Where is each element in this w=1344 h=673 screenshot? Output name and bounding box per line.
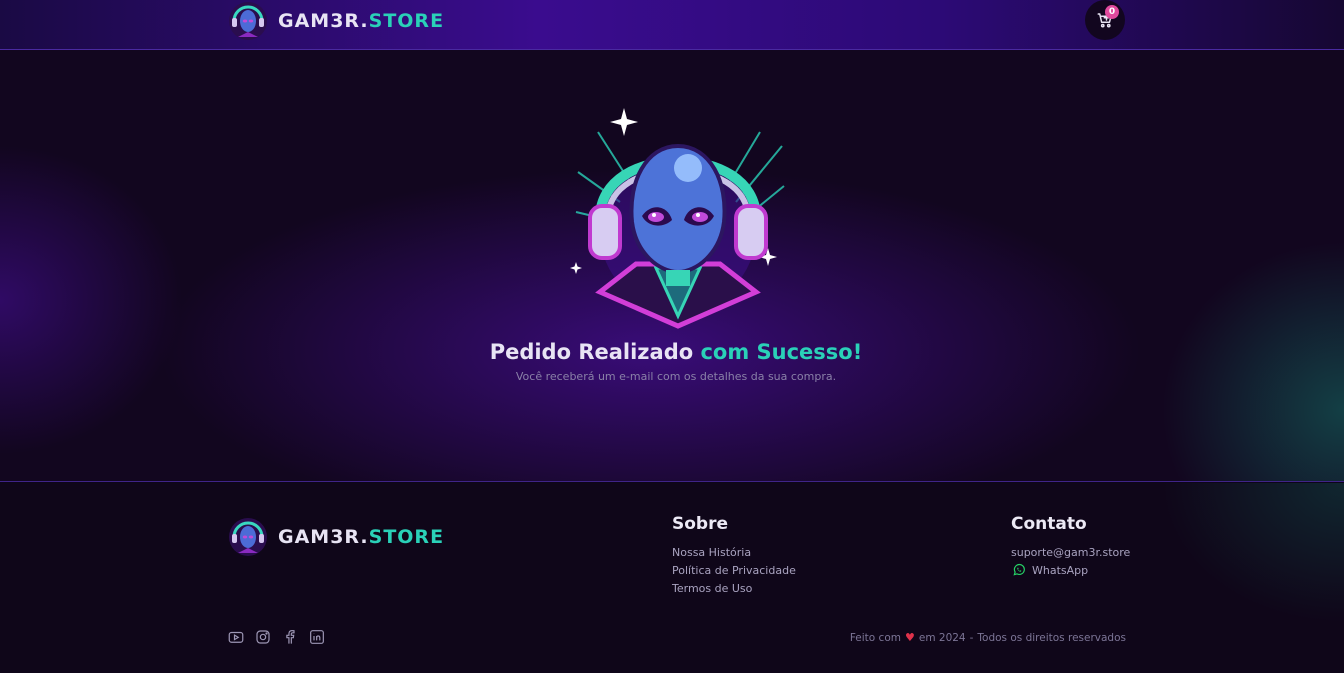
cart-count-badge: 0 (1105, 5, 1119, 19)
footer-logo[interactable]: GAM3R.STORE (226, 513, 444, 561)
order-success-section: Pedido Realizado com Sucesso! Você receb… (0, 50, 1344, 482)
footer-brand-part1: GAM3R. (278, 526, 369, 548)
footer-credits: Feito com ♥ em 2024 - Todos os direitos … (850, 631, 1126, 644)
whatsapp-label: WhatsApp (1032, 563, 1089, 577)
brand-name-part1: GAM3R. (278, 10, 369, 32)
link-nossa-historia[interactable]: Nossa História (672, 546, 751, 559)
site-header: GAM3R.STORE 0 (0, 0, 1344, 50)
instagram-icon[interactable] (254, 628, 272, 646)
brand-name-part2: STORE (368, 10, 445, 32)
whatsapp-link[interactable]: WhatsApp (1012, 563, 1088, 577)
alien-mascot-logo-icon (229, 2, 267, 40)
alien-gamer-mascot-illustration (570, 108, 785, 329)
success-subtitle: Você receberá um e-mail com os detalhes … (515, 370, 837, 383)
heart-icon: ♥ (904, 631, 915, 644)
success-title-part1: Pedido Realizado (489, 340, 701, 364)
credits-year: em 2024 (918, 631, 966, 644)
footer-brand-wordmark: GAM3R.STORE (278, 526, 444, 548)
contact-email-link[interactable]: suporte@gam3r.store (1011, 546, 1130, 559)
link-politica-privacidade[interactable]: Política de Privacidade (672, 564, 796, 577)
alien-mascot-logo-icon (229, 518, 267, 556)
contact-heading: Contato (1011, 514, 1087, 534)
credits-made-with: Feito com (849, 631, 901, 644)
footer-brand-part2: STORE (368, 526, 445, 548)
credits-separator: - (969, 631, 974, 644)
youtube-icon[interactable] (227, 628, 245, 646)
brand-wordmark: GAM3R.STORE (278, 10, 444, 32)
about-heading: Sobre (672, 514, 729, 534)
linkedin-icon[interactable] (308, 628, 326, 646)
credits-rights: Todos os direitos reservados (977, 631, 1126, 644)
link-termos-uso[interactable]: Termos de Uso (672, 582, 752, 595)
success-title-part2: com Sucesso! (700, 340, 863, 364)
header-logo[interactable]: GAM3R.STORE (226, 0, 444, 42)
success-title: Pedido Realizado com Sucesso! (0, 340, 1344, 364)
site-footer: GAM3R.STORE Sobre Nossa História Polític… (0, 483, 1344, 673)
whatsapp-icon (1013, 563, 1025, 576)
facebook-icon[interactable] (281, 628, 299, 646)
social-links (227, 628, 326, 646)
cart-button[interactable]: 0 (1085, 0, 1125, 40)
